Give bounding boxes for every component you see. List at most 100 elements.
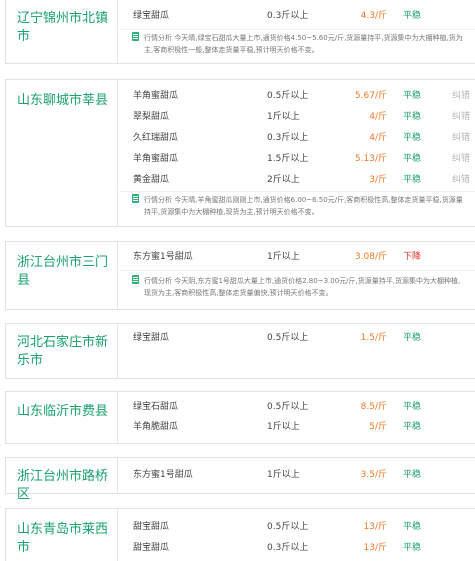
region-cell: 山东临沂市费县 [6,392,118,443]
price-trend: 平稳 [403,402,422,412]
region-name[interactable]: 辽宁锦州市北镇市 [17,10,113,46]
product-price: 5.67/斤 [354,91,387,101]
table-row: 甜宝甜瓜 0.5斤以上 13/斤 平稳 [119,517,475,538]
price-trend: 平稳 [403,154,422,164]
region-name[interactable]: 山东聊城市莘县 [17,92,113,110]
table-row: 羊角蜜甜瓜 1.5斤以上 5.13/斤 平稳 纠错 [119,149,475,170]
product-spec: 0.5斤以上 [267,91,309,101]
table-row: 黄金甜瓜 2斤以上 3/斤 平稳 纠错 [119,170,475,191]
price-trend: 平稳 [403,333,422,343]
document-icon [132,32,139,41]
correction-link[interactable]: 纠错 [452,128,470,149]
market-block: 浙江台州市路桥区 东方蜜1号甜瓜 1斤以上 3.5/斤 平稳 [5,457,475,502]
price-trend: 下降 [403,252,422,262]
table-row: 久红瑞甜瓜 0.3斤以上 4/斤 平稳 纠错 [119,128,475,149]
product-name: 羊角蜜甜瓜 [133,91,179,101]
price-trend: 平稳 [403,522,422,532]
product-spec: 0.5斤以上 [267,402,309,412]
product-name: 东方蜜1号甜瓜 [133,252,193,262]
product-spec: 0.5斤以上 [267,522,309,532]
market-block: 山东临沂市费县 绿宝石甜瓜 0.5斤以上 8.5/斤 平稳 羊角脆甜瓜 1斤以上… [5,391,475,444]
table-row: 翠梨甜瓜 1斤以上 4/斤 平稳 纠错 [119,107,475,128]
product-spec: 1斤以上 [267,422,300,432]
region-cell: 辽宁锦州市北镇市 [6,0,118,63]
product-name: 翠梨甜瓜 [133,112,170,122]
region-name[interactable]: 河北石家庄市新乐市 [17,334,113,370]
product-spec: 1斤以上 [267,252,300,262]
document-icon [132,275,139,284]
price-trend: 平稳 [403,112,422,122]
product-spec: 1斤以上 [267,112,300,122]
product-price: 4/斤 [369,133,387,143]
region-cell: 山东青岛市莱西市 [6,509,118,561]
price-trend: 平稳 [403,133,422,143]
product-spec: 0.5斤以上 [267,333,309,343]
price-trend: 平稳 [403,422,422,432]
region-name[interactable]: 浙江台州市路桥区 [17,468,113,504]
correction-link[interactable]: 纠错 [452,149,470,170]
analysis-text: 行情分析 今天晴,绿宝石甜瓜大量上市,通货价格4.50~5.60元/斤,货源量持… [144,34,463,54]
product-price: 8.5/斤 [360,402,387,412]
product-name: 久红瑞甜瓜 [133,133,179,143]
price-trend: 平稳 [403,543,422,553]
product-name: 绿宝石甜瓜 [133,402,179,412]
correction-link[interactable]: 纠错 [452,86,470,107]
product-price: 13/斤 [363,543,388,553]
table-row: 羊角脆甜瓜 1斤以上 5/斤 平稳 [119,417,475,438]
market-price-list: 辽宁锦州市北镇市 绿宝甜瓜 0.3斤以上 4.3/斤 平稳 行情分析 今天晴,绿… [0,0,475,561]
price-trend: 平稳 [403,470,422,480]
product-spec: 1斤以上 [267,470,300,480]
region-cell: 河北石家庄市新乐市 [6,324,118,378]
product-price: 4.3/斤 [360,11,387,21]
divider [119,191,475,192]
product-spec: 1.5斤以上 [267,154,309,164]
table-row: 绿宝甜瓜 0.3斤以上 4.3/斤 平稳 [119,6,475,27]
analysis-text: 行情分析 今天阴,东方蜜1号甜瓜大量上市,通货价格2.80~3.00元/斤,货源… [144,277,461,297]
product-price: 5/斤 [369,422,387,432]
product-spec: 2斤以上 [267,175,300,185]
product-name: 羊角蜜甜瓜 [133,154,179,164]
product-name: 绿宝甜瓜 [133,333,170,343]
region-name[interactable]: 浙江台州市三门县 [17,254,113,290]
product-price: 4/斤 [369,112,387,122]
correction-link[interactable]: 纠错 [452,107,470,128]
table-row: 东方蜜1号甜瓜 1斤以上 3.08/斤 下降 [119,247,475,268]
product-price: 13/斤 [363,522,388,532]
region-name[interactable]: 山东临沂市费县 [17,403,113,421]
product-price: 3/斤 [369,175,387,185]
table-row: 绿宝石甜瓜 0.5斤以上 8.5/斤 平稳 [119,397,475,418]
product-spec: 0.3斤以上 [267,11,309,21]
product-price: 5.13/斤 [354,154,387,164]
market-block: 浙江台州市三门县 东方蜜1号甜瓜 1斤以上 3.08/斤 下降 行情分析 今天阴… [5,241,475,310]
region-name[interactable]: 山东青岛市莱西市 [17,521,113,557]
market-analysis: 行情分析 今天晴,绿宝石甜瓜大量上市,通货价格4.50~5.60元/斤,货源量持… [132,32,467,56]
product-price: 1.5/斤 [360,333,387,343]
analysis-text: 行情分析 今天晴,羊角蜜甜瓜刚刚上市,通货价格6.00~6.50元/斤,客商积极… [144,196,463,216]
market-block: 山东聊城市莘县 羊角蜜甜瓜 0.5斤以上 5.67/斤 平稳 纠错 翠梨甜瓜 1… [5,79,475,227]
market-analysis: 行情分析 今天晴,羊角蜜甜瓜刚刚上市,通货价格6.00~6.50元/斤,客商积极… [132,194,467,218]
price-trend: 平稳 [403,175,422,185]
product-name: 绿宝甜瓜 [133,11,170,21]
document-icon [132,194,139,203]
market-block: 山东青岛市莱西市 甜宝甜瓜 0.5斤以上 13/斤 平稳 甜宝甜瓜 0.3斤以上… [5,508,475,561]
product-price: 3.08/斤 [354,252,387,262]
region-cell: 山东聊城市莘县 [6,80,118,226]
product-name: 羊角脆甜瓜 [133,422,179,432]
table-row: 绿宝甜瓜 0.5斤以上 1.5/斤 平稳 [119,328,475,349]
product-name: 甜宝甜瓜 [133,522,170,532]
product-name: 黄金甜瓜 [133,175,170,185]
price-trend: 平稳 [403,91,422,101]
divider [119,29,475,30]
price-trend: 平稳 [403,11,422,21]
market-block: 辽宁锦州市北镇市 绿宝甜瓜 0.3斤以上 4.3/斤 平稳 行情分析 今天晴,绿… [5,0,475,64]
correction-link[interactable]: 纠错 [452,170,470,191]
market-block: 河北石家庄市新乐市 绿宝甜瓜 0.5斤以上 1.5/斤 平稳 [5,323,475,379]
product-name: 甜宝甜瓜 [133,543,170,553]
market-analysis: 行情分析 今天阴,东方蜜1号甜瓜大量上市,通货价格2.80~3.00元/斤,货源… [132,275,467,299]
product-spec: 0.3斤以上 [267,133,309,143]
table-row: 东方蜜1号甜瓜 1斤以上 3.5/斤 平稳 [119,465,475,486]
divider [119,270,475,271]
product-spec: 0.3斤以上 [267,543,309,553]
region-cell: 浙江台州市路桥区 [6,458,118,502]
product-name: 东方蜜1号甜瓜 [133,470,193,480]
